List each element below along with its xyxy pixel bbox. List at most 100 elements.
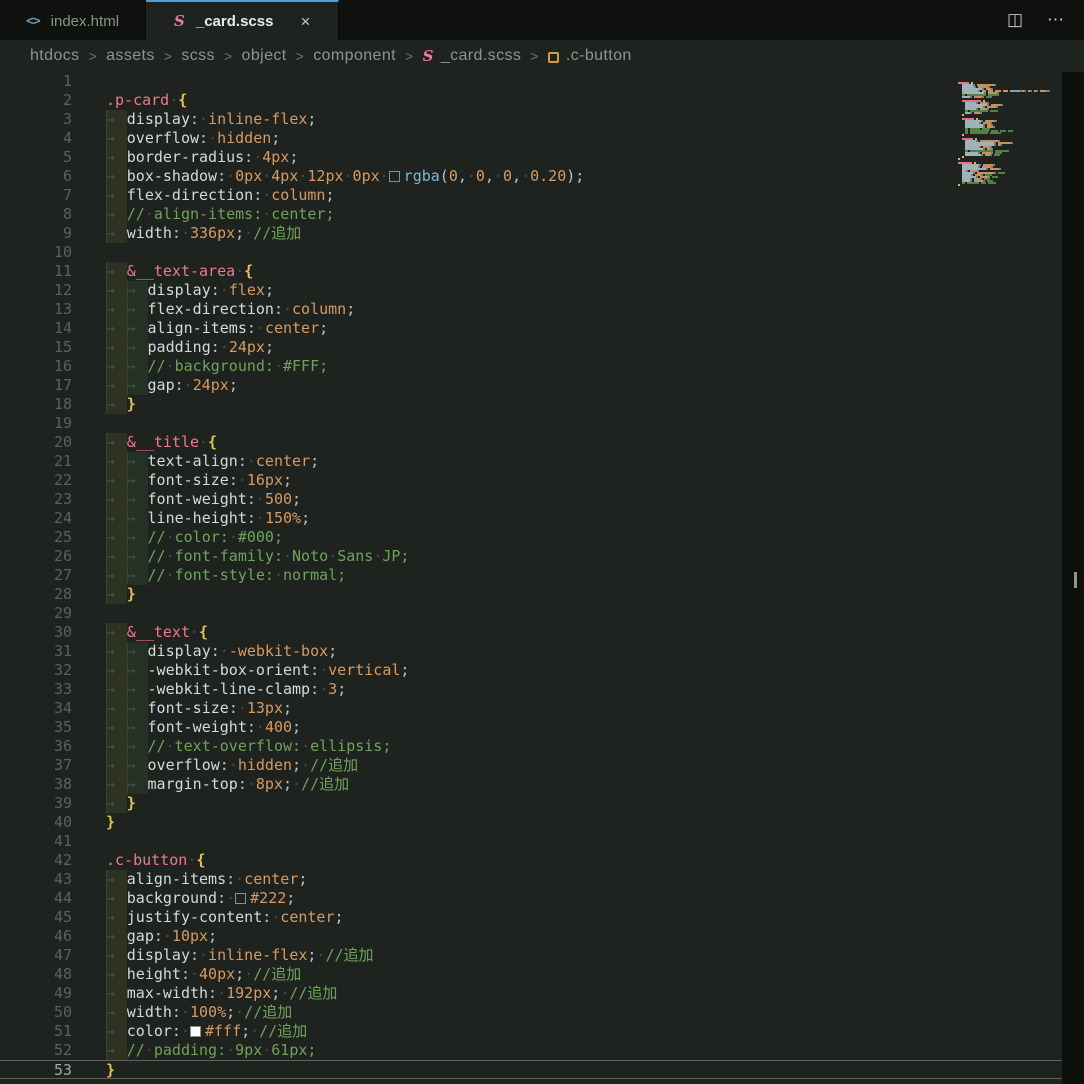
code-line[interactable]: 41 bbox=[0, 832, 1084, 851]
code-token: &__text bbox=[126, 623, 190, 641]
code-token: · bbox=[250, 1022, 260, 1040]
code-token: · bbox=[187, 851, 197, 869]
code-line[interactable]: 32 → → -webkit-box-orient:·vertical; bbox=[0, 661, 1084, 680]
split-editor-icon[interactable]: ◫ bbox=[1007, 10, 1023, 30]
code-line[interactable]: 21 → → text-align:·center; bbox=[0, 452, 1084, 471]
tab-index-html[interactable]: <> index.html bbox=[0, 0, 147, 40]
code-token: } bbox=[126, 585, 136, 603]
code-line[interactable]: 53} bbox=[0, 1060, 1084, 1079]
breadcrumb-item-scss[interactable]: scss bbox=[181, 47, 215, 65]
code-line[interactable]: 10 bbox=[0, 243, 1084, 262]
code-line[interactable]: 20 → &__title·{ bbox=[0, 433, 1084, 452]
code-line[interactable]: 15 → → padding:·24px; bbox=[0, 338, 1084, 357]
code-line[interactable]: 30 → &__text·{ bbox=[0, 623, 1084, 642]
code-line[interactable]: 12 → → display:·flex; bbox=[0, 281, 1084, 300]
code-line[interactable]: 33 → → -webkit-line-clamp:·3; bbox=[0, 680, 1084, 699]
code-token: · bbox=[466, 167, 476, 185]
code-line[interactable]: 36 → →//·text-overflow:·ellipsis; bbox=[0, 737, 1084, 756]
code-token: font-size bbox=[147, 699, 229, 717]
code-line[interactable]: 11 → &__text-area·{ bbox=[0, 262, 1084, 281]
code-token: font-family: bbox=[174, 547, 283, 565]
code-line[interactable]: 18 →} bbox=[0, 395, 1084, 414]
code-line[interactable]: 17 → → gap:·24px; bbox=[0, 376, 1084, 395]
breadcrumb-item-object[interactable]: object bbox=[242, 47, 287, 65]
code-line[interactable]: 6 → box-shadow:·0px·4px·12px·0px· rgba(0,·0… bbox=[0, 167, 1084, 186]
breadcrumb-item-htdocs[interactable]: htdocs bbox=[30, 47, 80, 65]
scrollbar[interactable] bbox=[1062, 72, 1084, 1084]
code-line[interactable]: 52 →//·padding:·9px·61px; bbox=[0, 1041, 1084, 1060]
code-line[interactable]: 4 → overflow:·hidden; bbox=[0, 129, 1084, 148]
code-line[interactable]: 50 → width:·100%;·//追加 bbox=[0, 1003, 1084, 1022]
code-line[interactable]: 48 → height:·40px;·//追加 bbox=[0, 965, 1084, 984]
code-line[interactable]: 25 → →//·color:·#000; bbox=[0, 528, 1084, 547]
code-line[interactable]: 22 → → font-size:·16px; bbox=[0, 471, 1084, 490]
code-line[interactable]: 38 → → margin-top:·8px;·//追加 bbox=[0, 775, 1084, 794]
code-line[interactable]: 9 → width:·336px;·//追加 bbox=[0, 224, 1084, 243]
code-line[interactable]: 37 → → overflow:·hidden;·//追加 bbox=[0, 756, 1084, 775]
code-line[interactable]: 31 → → display:·-webkit-box; bbox=[0, 642, 1084, 661]
more-actions-icon[interactable]: ⋯ bbox=[1047, 10, 1064, 30]
code-token: #000; bbox=[237, 528, 283, 546]
code-token: : bbox=[310, 661, 320, 679]
code-line[interactable]: 7 → flex-direction:·column; bbox=[0, 186, 1084, 205]
code-token: 40px bbox=[199, 965, 236, 983]
code-token: → bbox=[126, 547, 148, 566]
editor[interactable]: 1 2 .p-card·{3 → display:·inline-flex; 4 → over… bbox=[0, 72, 1084, 1084]
code-line-content: } bbox=[72, 813, 115, 832]
code-line[interactable]: 51 → color:· #fff;·//追加 bbox=[0, 1022, 1084, 1041]
code-line[interactable]: 42 .c-button·{ bbox=[0, 851, 1084, 870]
code-token: 400 bbox=[264, 718, 293, 736]
code-line[interactable]: 46 → gap:·10px; bbox=[0, 927, 1084, 946]
tab-card-scss[interactable]: S _card.scss × bbox=[146, 0, 340, 40]
code-line-content bbox=[72, 604, 106, 623]
code-line-content: → →//·background:·#FFF; bbox=[72, 357, 328, 376]
code-line[interactable]: 2 .p-card·{ bbox=[0, 91, 1084, 110]
breadcrumb-item-c-button[interactable]: .c-button bbox=[566, 47, 632, 65]
code-line[interactable]: 35 → → font-weight:·400; bbox=[0, 718, 1084, 737]
code-line[interactable]: 24 → → line-height:·150%; bbox=[0, 509, 1084, 528]
code-line[interactable]: 44 → background:· #222; bbox=[0, 889, 1084, 908]
code-line[interactable]: 3 → display:·inline-flex; bbox=[0, 110, 1084, 129]
code-line[interactable]: 23 → → font-weight:·500; bbox=[0, 490, 1084, 509]
code-token: 500 bbox=[264, 490, 293, 508]
code-line[interactable]: 14 → → align-items:·center; bbox=[0, 319, 1084, 338]
code-token: → bbox=[106, 110, 127, 129]
close-tab-icon[interactable]: × bbox=[300, 13, 310, 30]
code-line[interactable]: 1 bbox=[0, 72, 1084, 91]
code-token: 24px bbox=[192, 376, 229, 394]
code-line-content bbox=[72, 243, 106, 262]
code-line[interactable]: 5 → border-radius:·4px; bbox=[0, 148, 1084, 167]
code-line[interactable]: 43 → align-items:·center; bbox=[0, 870, 1084, 889]
code-line[interactable]: 40} bbox=[0, 813, 1084, 832]
code-token: : bbox=[244, 148, 254, 166]
code-token: ; bbox=[289, 148, 299, 166]
code-line[interactable]: 47 → display:·inline-flex;·//追加 bbox=[0, 946, 1084, 965]
code-line[interactable]: 29 bbox=[0, 604, 1084, 623]
code-line[interactable]: 16 → →//·background:·#FFF; bbox=[0, 357, 1084, 376]
code-token: · bbox=[237, 699, 247, 717]
code-line-content: → → line-height:·150%; bbox=[72, 509, 310, 528]
code-line[interactable]: 8 →//·align-items:·center; bbox=[0, 205, 1084, 224]
code-line-content: → → display:·flex; bbox=[72, 281, 274, 300]
code-token: · bbox=[273, 357, 283, 375]
breadcrumb-item-assets[interactable]: assets bbox=[106, 47, 155, 65]
code-line[interactable]: 39 →} bbox=[0, 794, 1084, 813]
code-line-content: → width:·100%;·//追加 bbox=[72, 1003, 292, 1022]
line-number: 11 bbox=[53, 262, 72, 280]
code-line[interactable]: 34 → → font-size:·13px; bbox=[0, 699, 1084, 718]
code-line[interactable]: 45 → justify-content:·center; bbox=[0, 908, 1084, 927]
code-line[interactable]: 19 bbox=[0, 414, 1084, 433]
minimap[interactable] bbox=[958, 80, 1058, 186]
code-token: · bbox=[189, 965, 200, 983]
code-token: → bbox=[126, 566, 148, 585]
code-line[interactable]: 28 →} bbox=[0, 585, 1084, 604]
code-token: → bbox=[106, 281, 127, 300]
code-line[interactable]: 13 → → flex-direction:·column; bbox=[0, 300, 1084, 319]
breadcrumb-item-component[interactable]: component bbox=[313, 47, 396, 65]
code-line[interactable]: 27 → →//·font-style:·normal; bbox=[0, 566, 1084, 585]
code-token: -webkit-box-orient bbox=[147, 661, 311, 679]
code-token: · bbox=[237, 471, 247, 489]
code-line[interactable]: 49 → max-width:·192px;·//追加 bbox=[0, 984, 1084, 1003]
code-line[interactable]: 26 → →//·font-family:·Noto·Sans·JP; bbox=[0, 547, 1084, 566]
breadcrumb-item-card-scss[interactable]: _card.scss bbox=[441, 47, 521, 65]
